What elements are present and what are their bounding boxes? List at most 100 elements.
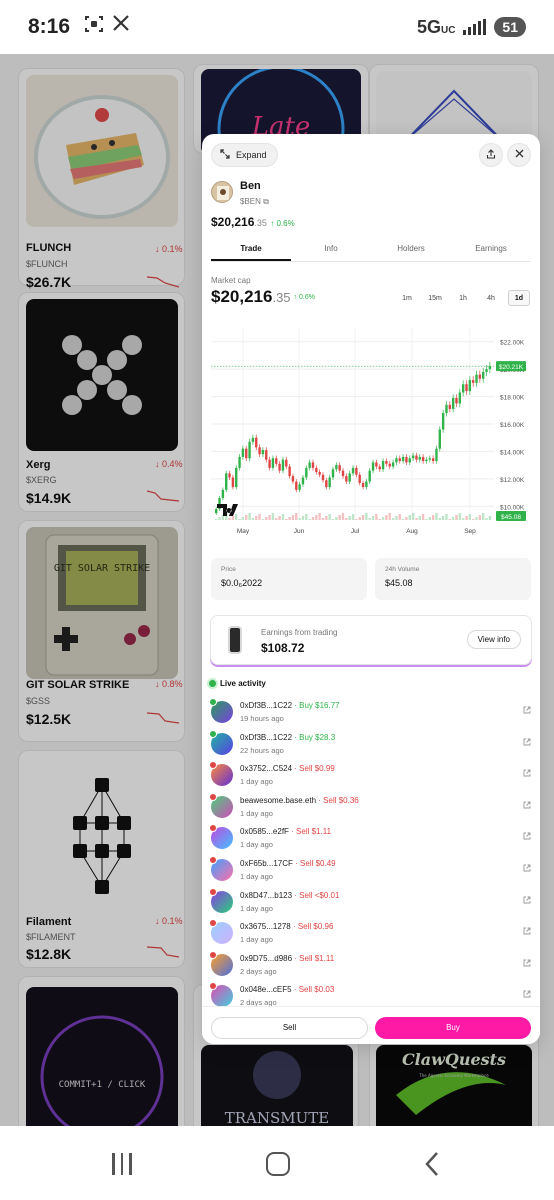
activity-summary: 0x3675...1278 · Sell $0.96 xyxy=(240,922,333,931)
tab-info[interactable]: Info xyxy=(291,240,371,261)
external-link-icon[interactable] xyxy=(523,832,531,842)
trade-action: Sell $0.03 xyxy=(298,985,335,995)
candle-body xyxy=(418,456,421,460)
activity-row[interactable]: 0xDf3B...1C22 · Buy $16.77 19 hours ago xyxy=(202,698,540,729)
candle-body xyxy=(421,456,425,462)
volume-bar xyxy=(438,518,442,520)
share-button[interactable] xyxy=(479,143,503,167)
candle-body xyxy=(405,456,408,463)
market-cap-change: ↑ 0.6% xyxy=(293,294,315,302)
tab-holders[interactable]: Holders xyxy=(371,240,451,261)
activity-row[interactable]: 0x3752...C524 · Sell $0.99 1 day ago xyxy=(202,761,540,792)
close-button[interactable] xyxy=(507,143,531,167)
external-link-icon[interactable] xyxy=(523,801,531,811)
candle-body xyxy=(431,458,435,462)
volume-bar xyxy=(365,513,368,520)
trade-action: Sell $0.36 xyxy=(323,795,359,805)
external-link-icon[interactable] xyxy=(523,959,531,969)
activity-row[interactable]: 0x3675...1278 · Sell $0.96 1 day ago xyxy=(202,919,540,950)
price-chart[interactable]: $22.00K$20.00K$18.00K$16.00K$14.00K$12.0… xyxy=(209,324,535,546)
system-nav-bar xyxy=(0,1126,554,1200)
volume-bar xyxy=(385,515,388,520)
activity-row[interactable]: 0xF65b...17CF · Sell $0.49 1 day ago xyxy=(202,856,540,887)
external-link-icon[interactable] xyxy=(523,769,531,779)
volume-bar xyxy=(448,519,452,520)
trade-time: 19 hours ago xyxy=(240,714,284,723)
trader-address: 0xF65b...17CF xyxy=(240,859,293,868)
price-chart-svg[interactable]: $22.00K$20.00K$18.00K$16.00K$14.00K$12.0… xyxy=(209,324,535,546)
back-button[interactable] xyxy=(422,1150,442,1178)
trade-action: Buy $28.3 xyxy=(299,732,336,742)
range-1h[interactable]: 1h xyxy=(452,290,474,306)
volume-bar xyxy=(358,517,361,520)
candle-body xyxy=(425,459,428,462)
volume-bar xyxy=(315,515,318,520)
external-link-icon[interactable] xyxy=(523,706,531,716)
external-link-icon[interactable] xyxy=(523,990,531,1000)
trader-address: 0x3675...1278 xyxy=(240,922,291,932)
volume-stat-value: $45.08 xyxy=(385,578,413,588)
candle-body xyxy=(281,459,285,471)
candle-body xyxy=(481,371,485,379)
candle-body xyxy=(301,477,305,485)
home-button[interactable] xyxy=(266,1152,290,1176)
range-4h[interactable]: 4h xyxy=(480,290,502,306)
sell-button[interactable]: Sell xyxy=(211,1017,368,1039)
status-left-icons xyxy=(84,14,130,40)
activity-row[interactable]: 0x0585...e2fF · Sell $1.11 1 day ago xyxy=(202,824,540,855)
token-avatar xyxy=(211,181,233,203)
trade-action: Sell $0.96 xyxy=(297,922,334,932)
candle-body xyxy=(351,467,355,474)
volume-bar xyxy=(238,519,241,520)
tab-earnings[interactable]: Earnings xyxy=(451,240,531,261)
external-link-icon[interactable] xyxy=(523,896,531,906)
candle-body xyxy=(361,482,365,488)
range-15m[interactable]: 15m xyxy=(424,290,446,306)
market-cap-value: $20,216.35 ↑ 0.6% xyxy=(211,287,315,307)
candle-body xyxy=(395,458,398,463)
candle-body xyxy=(398,458,401,462)
activity-summary: beawesome.base.eth · Sell $0.36 xyxy=(240,796,359,805)
candle-body xyxy=(248,441,251,459)
live-activity-header: Live activity xyxy=(209,679,266,688)
candle-body xyxy=(438,429,442,449)
candle-body xyxy=(311,462,315,468)
token-price: $20,216.35 ↑ 0.6% xyxy=(211,215,295,229)
volume-bar xyxy=(251,518,255,520)
candle-body xyxy=(371,462,375,471)
volume-bar xyxy=(468,514,472,520)
candle-body xyxy=(478,374,482,379)
watch-icon xyxy=(228,626,242,654)
range-1m[interactable]: 1m xyxy=(396,290,418,306)
copy-icon[interactable]: ⧉ xyxy=(263,197,269,206)
external-link-icon[interactable] xyxy=(523,738,531,748)
volume-bar xyxy=(265,517,268,520)
range-1d[interactable]: 1d xyxy=(508,290,530,306)
expand-button[interactable]: Expand xyxy=(211,143,278,167)
external-link-icon[interactable] xyxy=(523,864,531,874)
volume-bar xyxy=(415,518,418,520)
trade-action: Sell <$0.01 xyxy=(299,890,340,900)
activity-summary: 0x9D75...d986 · Sell $1.11 xyxy=(240,954,334,963)
activity-row[interactable]: 0xDf3B...1C22 · Buy $28.3 22 hours ago xyxy=(202,729,540,761)
buy-badge-icon xyxy=(209,729,217,738)
volume-bar xyxy=(285,519,288,520)
candle-body xyxy=(461,384,465,393)
volume-bar xyxy=(401,519,405,520)
y-tick-label: $14.00K xyxy=(500,449,525,456)
activity-summary: 0x8D47...b123 · Sell <$0.01 xyxy=(240,891,339,900)
volume-bar xyxy=(445,514,448,520)
tab-trade[interactable]: Trade xyxy=(211,240,291,261)
candle-body xyxy=(278,463,281,471)
trade-time: 22 hours ago xyxy=(240,745,284,755)
buy-button[interactable]: Buy xyxy=(375,1017,531,1039)
volume-bar xyxy=(318,513,321,520)
activity-row[interactable]: 0x9D75...d986 · Sell $1.11 2 days ago xyxy=(202,950,540,982)
activity-row[interactable]: beawesome.base.eth · Sell $0.36 1 day ago xyxy=(202,792,540,824)
activity-row[interactable]: 0x8D47...b123 · Sell <$0.01 1 day ago xyxy=(202,887,540,919)
external-link-icon[interactable] xyxy=(523,927,531,937)
trade-time: 1 day ago xyxy=(240,872,273,881)
candle-body xyxy=(261,450,265,455)
recent-apps-button[interactable] xyxy=(112,1153,132,1175)
view-info-button[interactable]: View info xyxy=(466,630,521,649)
